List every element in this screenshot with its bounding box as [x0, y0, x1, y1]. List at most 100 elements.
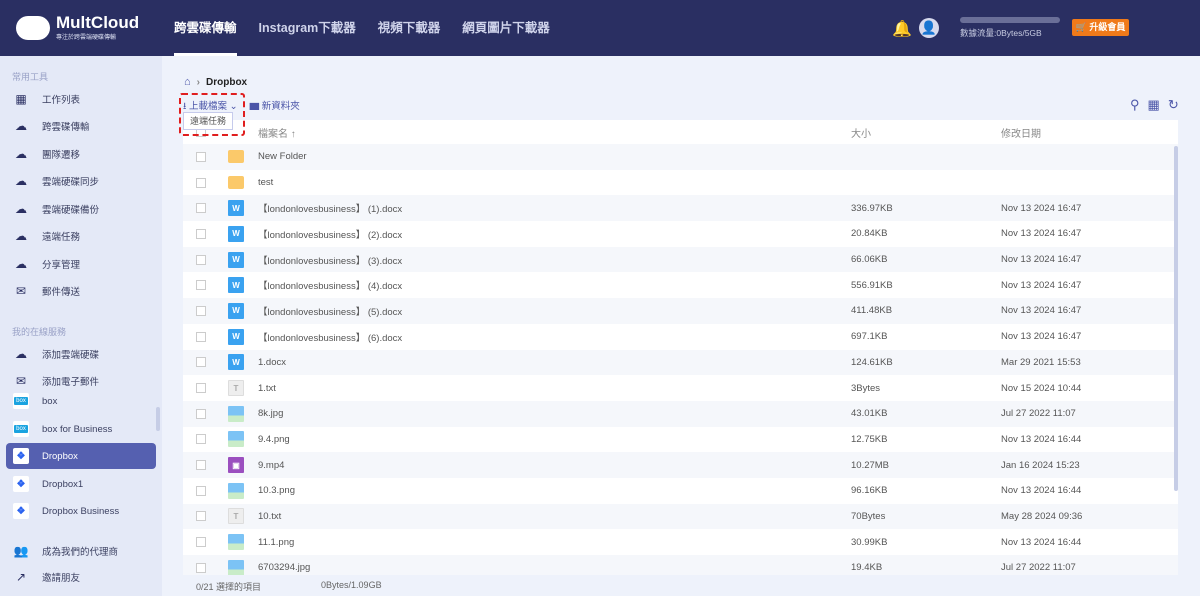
- cloud-add-icon: ☁: [15, 347, 27, 361]
- table-row[interactable]: W 【londonlovesbusiness】 (6).docx 697.1KB No…: [183, 324, 1178, 350]
- table-row[interactable]: ▣ 9.mp4 10.27MB Jan 16 2024 15:23: [183, 452, 1178, 478]
- file-size: 43.01KB: [851, 408, 888, 420]
- table-row[interactable]: W 【londonlovesbusiness】 (4).docx 556.91KB N…: [183, 272, 1178, 298]
- nav-instagram-downloader[interactable]: Instagram下載器: [259, 0, 356, 56]
- grid-icon: ▦: [15, 92, 27, 106]
- cloud-sync-icon: ☁: [15, 174, 27, 188]
- file-name[interactable]: 【londonlovesbusiness】 (1).docx: [258, 201, 851, 215]
- bell-icon[interactable]: 🔔: [892, 19, 912, 39]
- file-name[interactable]: test: [258, 177, 851, 188]
- table-row[interactable]: 11.1.png 30.99KB Nov 13 2024 16:44: [183, 529, 1178, 555]
- row-checkbox[interactable]: [196, 357, 206, 368]
- table-row[interactable]: 10.3.png 96.16KB Nov 13 2024 16:44: [183, 478, 1178, 504]
- table-row[interactable]: test: [183, 170, 1178, 196]
- row-checkbox[interactable]: [196, 280, 206, 291]
- table-row[interactable]: 6703294.jpg 19.4KB Jul 27 2022 11:07: [183, 555, 1178, 575]
- file-name[interactable]: 9.mp4: [258, 460, 851, 471]
- avatar[interactable]: 👤: [919, 18, 939, 38]
- file-name[interactable]: 10.3.png: [258, 485, 851, 496]
- table-row[interactable]: W 1.docx 124.61KB Mar 29 2021 15:53: [183, 349, 1178, 376]
- table-row[interactable]: W 【londonlovesbusiness】 (2).docx 20.84KB No…: [183, 221, 1178, 247]
- sidebar-item-invite-friends[interactable]: ↗ 邀請朋友: [6, 564, 156, 590]
- sidebar-item-dropbox1[interactable]: ❖ Dropbox1: [6, 471, 156, 497]
- sidebar-item-share-management[interactable]: ☁ 分享管理: [6, 251, 156, 277]
- file-date: Nov 13 2024 16:47: [1001, 228, 1082, 240]
- file-date: Nov 13 2024 16:47: [1001, 202, 1082, 214]
- row-checkbox[interactable]: [196, 151, 206, 162]
- table-row[interactable]: New Folder: [183, 144, 1178, 170]
- sidebar-item-box[interactable]: box box: [6, 388, 156, 414]
- new-folder-button[interactable]: ▆ 新資料夾: [250, 98, 300, 115]
- row-checkbox[interactable]: [196, 434, 206, 445]
- file-name[interactable]: 【londonlovesbusiness】 (5).docx: [258, 304, 851, 318]
- table-row[interactable]: 8k.jpg 43.01KB Jul 27 2022 11:07: [183, 400, 1178, 427]
- row-checkbox[interactable]: [196, 511, 206, 522]
- nav-image-downloader[interactable]: 網頁圖片下載器: [462, 0, 550, 56]
- file-name[interactable]: 8k.jpg: [258, 408, 851, 419]
- docx-file-icon: W: [228, 328, 244, 345]
- table-row[interactable]: T 1.txt 3Bytes Nov 15 2024 10:44: [183, 375, 1178, 401]
- file-name[interactable]: 【londonlovesbusiness】 (2).docx: [258, 227, 851, 241]
- header-date[interactable]: 修改日期: [1001, 125, 1041, 140]
- header-name[interactable]: 檔案名 ↑: [228, 125, 851, 140]
- file-name[interactable]: 6703294.jpg: [258, 562, 851, 573]
- row-checkbox[interactable]: [196, 537, 206, 548]
- file-name[interactable]: 1.docx: [258, 357, 851, 368]
- nav-video-downloader[interactable]: 視頻下載器: [378, 0, 441, 56]
- file-name[interactable]: 11.1.png: [258, 537, 851, 548]
- row-checkbox[interactable]: [196, 383, 206, 394]
- sidebar-item-become-partner[interactable]: 👥 成為我們的代理商: [6, 538, 156, 564]
- sidebar-item-cloud-backup[interactable]: ☁ 雲端硬碟備份: [6, 196, 156, 222]
- refresh-icon[interactable]: ↻: [1168, 97, 1179, 113]
- file-name[interactable]: 【londonlovesbusiness】 (6).docx: [258, 330, 851, 344]
- table-row[interactable]: W 【londonlovesbusiness】 (3).docx 66.06KB No…: [183, 246, 1178, 273]
- row-checkbox[interactable]: [196, 408, 206, 419]
- row-checkbox[interactable]: [196, 562, 206, 573]
- row-checkbox[interactable]: [196, 331, 206, 342]
- table-row[interactable]: W 【londonlovesbusiness】 (1).docx 336.97KB N…: [183, 195, 1178, 222]
- row-checkbox[interactable]: [196, 305, 206, 316]
- table-row[interactable]: T 10.txt 70Bytes May 28 2024 09:36: [183, 503, 1178, 530]
- grid-view-icon[interactable]: ▦: [1148, 97, 1160, 113]
- row-checkbox[interactable]: [196, 228, 206, 239]
- top-bar: MultCloud 專注於跨雲端硬碟傳輸 跨雲碟傳輸 Instagram下載器 …: [0, 0, 1200, 56]
- row-checkbox[interactable]: [196, 254, 206, 265]
- upgrade-button[interactable]: 🛒 升級會員: [1072, 19, 1129, 36]
- sidebar-item-cloud-sync[interactable]: ☁ 雲端硬碟同步: [6, 168, 156, 194]
- row-checkbox[interactable]: [196, 460, 206, 471]
- sidebar-item-team-migration[interactable]: ☁ 團隊遷移: [6, 141, 156, 167]
- file-name[interactable]: 1.txt: [258, 383, 851, 394]
- sidebar-item-box-business[interactable]: box box for Business: [6, 416, 156, 442]
- table-row[interactable]: W 【londonlovesbusiness】 (5).docx 411.48KB N…: [183, 298, 1178, 324]
- table-scrollbar[interactable]: [1174, 146, 1178, 491]
- sidebar-item-email-migration[interactable]: ✉ 郵件傳送: [6, 278, 156, 304]
- search-icon[interactable]: ⚲: [1130, 97, 1140, 113]
- home-icon[interactable]: ⌂: [184, 76, 191, 88]
- sidebar-item-add-cloud[interactable]: ☁ 添加雲端硬碟: [6, 341, 156, 367]
- nav-cloud-transfer[interactable]: 跨雲碟傳輸: [174, 0, 237, 56]
- row-checkbox[interactable]: [196, 485, 206, 496]
- sidebar-item-cloud-transfer[interactable]: ☁ 跨雲碟傳輸: [6, 113, 156, 139]
- sidebar-item-remote-upload[interactable]: ☁ 遠端任務: [6, 223, 156, 249]
- box-icon: box: [13, 393, 29, 409]
- quota-bar: [960, 17, 1060, 23]
- file-name[interactable]: 【londonlovesbusiness】 (3).docx: [258, 253, 851, 267]
- file-name[interactable]: New Folder: [258, 151, 851, 162]
- file-name[interactable]: 10.txt: [258, 511, 851, 522]
- file-date: Nov 13 2024 16:47: [1001, 331, 1082, 343]
- docx-file-icon: W: [228, 354, 244, 371]
- row-checkbox[interactable]: [196, 203, 206, 214]
- file-name[interactable]: 【londonlovesbusiness】 (4).docx: [258, 278, 851, 292]
- row-checkbox[interactable]: [196, 177, 206, 188]
- sidebar-item-dropbox-business[interactable]: ❖ Dropbox Business: [6, 498, 156, 524]
- breadcrumb-current[interactable]: Dropbox: [206, 77, 247, 88]
- sidebar-scrollbar[interactable]: [156, 407, 160, 431]
- header-size[interactable]: 大小: [851, 125, 1001, 140]
- logo[interactable]: MultCloud 專注於跨雲端硬碟傳輸: [16, 14, 139, 41]
- sidebar-item-dropbox[interactable]: ❖ Dropbox: [6, 443, 156, 469]
- file-table: 檔案名 ↑ 大小 修改日期 New Folder test W 【londonlove…: [183, 120, 1178, 575]
- table-row[interactable]: 9.4.png 12.75KB Nov 13 2024 16:44: [183, 427, 1178, 453]
- file-name[interactable]: 9.4.png: [258, 434, 851, 445]
- sidebar-item-task-list[interactable]: ▦ 工作列表: [6, 86, 156, 112]
- label: 雲端硬碟備份: [42, 205, 100, 216]
